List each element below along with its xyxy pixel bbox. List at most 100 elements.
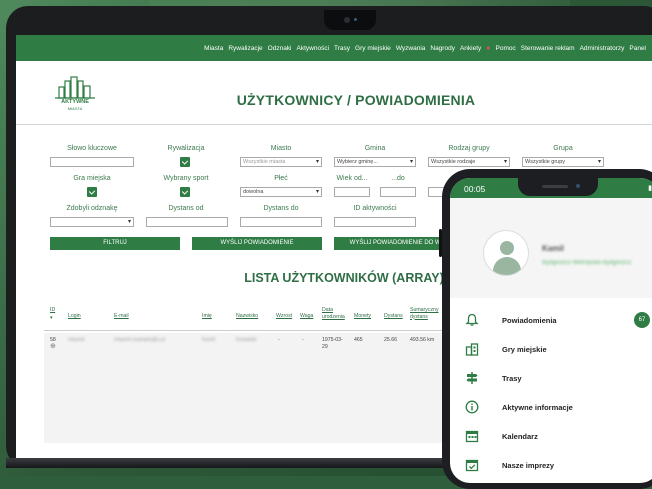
nav-item-rywalizacje[interactable]: Rywalizacje [228,45,262,52]
info-icon [465,400,479,414]
group-label: Grupa [553,145,573,152]
city-buildings-icon [55,76,95,99]
details-icon[interactable]: ⊕ [50,343,56,351]
activity-id-label: ID aktywności [353,205,397,212]
menu-item-active-info[interactable]: Aktywne informacje [450,393,652,422]
commune-label: Gmina [364,145,386,152]
sport-checkbox[interactable] [180,187,190,197]
cell-login: mkamil [68,337,85,343]
nav-item-pomoc[interactable]: Pomoc [496,45,516,52]
event-icon [465,459,479,472]
sport-label: Wybrany sport [163,175,209,182]
cell-first-name: Kamil [202,337,215,343]
cell-birth-date: 1975-03-29 [322,337,343,350]
nav-item-aktywnosci[interactable]: Aktywności [297,45,330,52]
bell-icon [465,313,479,326]
rivalry-checkbox[interactable] [180,157,190,167]
rivalry-label: Rywalizacja [167,145,205,152]
col-first-name[interactable]: Imię [202,313,212,320]
keyword-label: Słowo kluczowe [67,145,117,152]
alert-dot-icon: ● [486,44,491,52]
user-profile[interactable]: Kamil Bydgoszcz Metropolia Bydgoszcz [450,198,652,298]
age-from-label: Wiek od... [336,175,368,182]
table-header: ID ▾ Login E-mail Imię Nazwisko Wzrost W… [44,299,464,331]
menu-item-routes[interactable]: Trasy [450,364,652,393]
status-time: 00:05 [464,184,486,194]
menu-label-notifications: Powiadomienia [502,316,557,325]
menu-item-notifications[interactable]: Powiadomienia 67 [450,306,652,335]
col-coins[interactable]: Monety [354,313,371,320]
sort-arrow-icon[interactable]: ▾ [50,315,53,322]
distance-to-label: Dystans do [263,205,299,212]
city-select[interactable]: Wszystkie miasta [240,157,322,167]
logo-text-line2: MIASTA [67,106,83,111]
nav-item-nagrody[interactable]: Nagrody [430,45,455,52]
nav-item-ankiety[interactable]: Ankiety [460,45,481,52]
calendar-icon [465,430,479,443]
activity-id-input[interactable] [334,217,416,227]
group-type-select[interactable]: Wszystkie rodzaje [428,157,510,167]
notification-count-badge: 67 [634,312,650,328]
logo-text-line1: AKTYWNE [61,99,89,105]
age-to-input[interactable] [380,187,416,197]
keyword-input[interactable] [50,157,134,167]
col-weight[interactable]: Waga [300,313,313,320]
col-last-name[interactable]: Nazwisko [236,313,258,320]
cell-height: - [278,337,280,343]
nav-item-panel[interactable]: Panel [629,45,646,52]
menu-label-routes: Trasy [502,374,522,383]
badges-select[interactable] [50,217,134,227]
col-email[interactable]: E-mail [114,313,129,320]
nav-item-wyzwania[interactable]: Wyzwania [396,45,426,52]
cell-coins: 465 [354,337,363,343]
nav-item-sterowanie-reklam[interactable]: Sterowanie reklam [521,45,575,52]
commune-select[interactable]: Wybierz gminę... [334,157,416,167]
user-name: Kamil [542,244,564,253]
distance-to-input[interactable] [240,217,322,227]
signpost-icon [466,372,478,384]
group-select[interactable]: Wszystkie grupy [522,157,604,167]
camera-notch [324,10,376,30]
send-notification-button[interactable]: WYŚLIJ POWIADOMIENIE [192,237,322,250]
gender-label: Płeć [274,175,288,182]
cell-last-name: Kowalski [236,337,257,343]
phone-notch [518,178,598,196]
mobile-app-screen: 00:05 ▮ Kamil Bydgoszcz Metropolia Bydgo… [450,178,652,483]
col-height[interactable]: Wzrost [276,313,292,320]
phone-frame: 00:05 ▮ Kamil Bydgoszcz Metropolia Bydgo… [439,169,652,489]
city-icon [465,343,479,356]
distance-from-input[interactable] [146,217,228,227]
age-from-input[interactable] [334,187,370,197]
col-total-distance[interactable]: Sumaryczny dystans [410,307,444,320]
col-birth-date[interactable]: Data urodzenia [322,307,348,320]
nav-item-gry-miejskie[interactable]: Gry miejskie [355,45,391,52]
col-id[interactable]: ID [50,307,55,314]
filter-button[interactable]: FILTRUJ [50,237,180,250]
city-game-checkbox[interactable] [87,187,97,197]
menu-label-active-info: Aktywne informacje [502,403,573,412]
avatar[interactable] [483,230,529,276]
menu-label-calendar: Kalendarz [502,432,538,441]
col-login[interactable]: Login [68,313,81,320]
menu-label-our-events: Nasze imprezy [502,461,555,470]
menu-item-city-games[interactable]: Gry miejskie [450,335,652,364]
col-distance[interactable]: Dystans [384,313,403,320]
user-subtitle: Bydgoszcz Metropolia Bydgoszcz [542,260,632,266]
page-title: UŻYTKOWNICY / POWIADOMIENIA [236,92,476,108]
top-navigation: Miasta Rywalizacje Odznaki Aktywności Tr… [16,35,652,61]
distance-from-label: Dystans od [168,205,204,212]
nav-item-miasta[interactable]: Miasta [204,45,223,52]
city-label: Miasto [270,145,292,152]
menu-item-calendar[interactable]: Kalendarz [450,422,652,451]
cell-email: mkamil.example@o.pl [114,337,166,343]
aktywne-miasta-logo[interactable]: AKTYWNE MIASTA [53,75,97,115]
menu-label-city-games: Gry miejskie [502,345,547,354]
city-game-label: Gra miejska [73,175,111,182]
table-row[interactable]: 58 ⊕ mkamil mkamil.example@o.pl Kamil Ko… [44,333,464,443]
nav-item-administratorzy[interactable]: Administratorzy [580,45,625,52]
cell-weight: - [302,337,304,343]
nav-item-trasy[interactable]: Trasy [334,45,350,52]
gender-select[interactable]: dowolna [240,187,322,197]
badges-label: Zdobyli odznakę [66,205,118,212]
nav-item-odznaki[interactable]: Odznaki [268,45,292,52]
